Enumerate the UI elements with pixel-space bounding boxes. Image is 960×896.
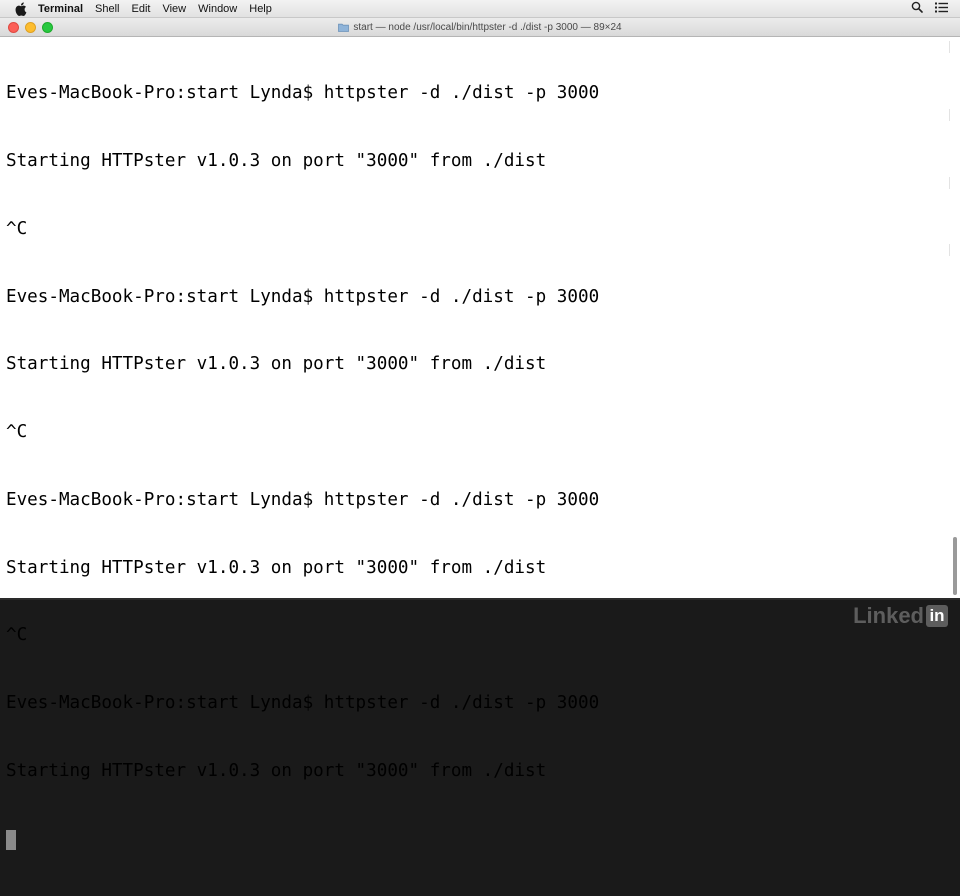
terminal-lines: Eves-MacBook-Pro:start Lynda$ httpster -… [6, 37, 599, 896]
search-icon[interactable] [911, 1, 923, 16]
window-titlebar[interactable]: start — node /usr/local/bin/httpster -d … [0, 18, 960, 37]
menu-help[interactable]: Help [249, 0, 272, 18]
menu-edit[interactable]: Edit [132, 0, 151, 18]
scroll-thumb[interactable] [953, 537, 957, 595]
terminal-line: Eves-MacBook-Pro:start Lynda$ httpster -… [6, 489, 600, 510]
window-title: start — node /usr/local/bin/httpster -d … [0, 18, 960, 37]
menu-bar: Terminal Shell Edit View Window Help [0, 0, 960, 18]
linkedin-watermark: Linked in [853, 603, 948, 629]
watermark-text: Linked [853, 603, 924, 628]
menu-window[interactable]: Window [198, 0, 237, 18]
list-icon[interactable] [935, 2, 948, 16]
menu-shell[interactable]: Shell [95, 0, 119, 18]
watermark-in-box: in [926, 605, 948, 627]
menubar-extras [911, 1, 948, 16]
window-title-text: start — node /usr/local/bin/httpster -d … [353, 22, 622, 33]
vertical-scrollbar[interactable] [949, 37, 957, 598]
menu-app-name[interactable]: Terminal [38, 0, 83, 18]
terminal-line: ^C [6, 218, 28, 239]
folder-icon [338, 23, 350, 32]
terminal-line: Eves-MacBook-Pro:start Lynda$ httpster -… [6, 83, 600, 104]
terminal-line: Eves-MacBook-Pro:start Lynda$ httpster -… [6, 693, 600, 714]
terminal-line: Starting HTTPster v1.0.3 on port "3000" … [6, 150, 547, 171]
terminal-line: Starting HTTPster v1.0.3 on port "3000" … [6, 354, 547, 375]
menu-view[interactable]: View [162, 0, 186, 18]
apple-icon[interactable] [14, 1, 28, 16]
terminal-line: Eves-MacBook-Pro:start Lynda$ httpster -… [6, 286, 600, 307]
text-cursor [6, 829, 16, 850]
terminal-line: ^C [6, 625, 28, 646]
terminal-output[interactable]: Eves-MacBook-Pro:start Lynda$ httpster -… [0, 37, 960, 850]
cursor-line [6, 828, 599, 851]
terminal-line: Starting HTTPster v1.0.3 on port "3000" … [6, 761, 547, 781]
terminal-line: Starting HTTPster v1.0.3 on port "3000" … [6, 557, 547, 578]
terminal-line: ^C [6, 422, 28, 443]
